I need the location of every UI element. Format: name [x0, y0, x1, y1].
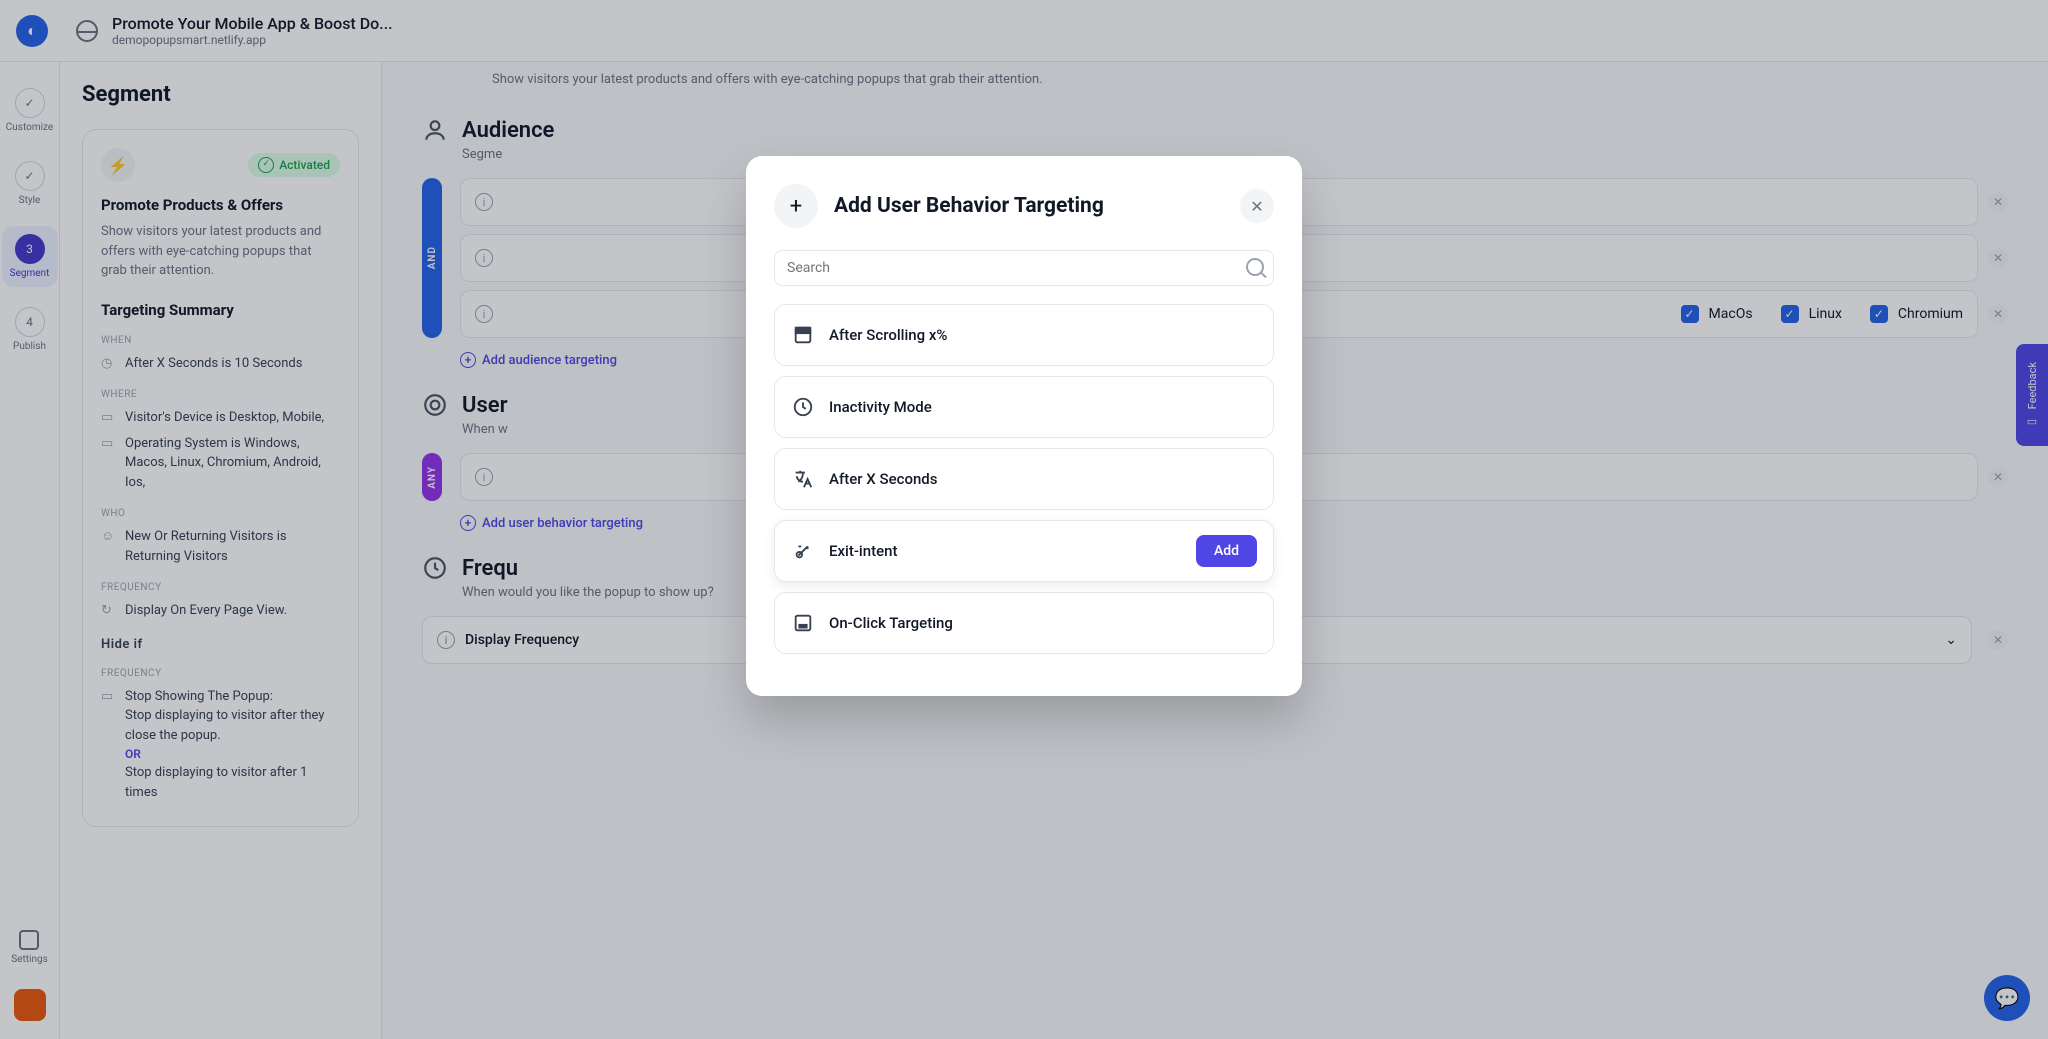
option-after-scrolling[interactable]: After Scrolling x%	[774, 304, 1274, 366]
option-label: Exit-intent	[829, 542, 1182, 560]
plus-circle-icon: +	[774, 184, 818, 228]
modal-title: Add User Behavior Targeting	[834, 194, 1224, 218]
search-field	[774, 250, 1274, 286]
clock-icon	[791, 395, 815, 419]
exit-icon	[791, 539, 815, 563]
option-inactivity[interactable]: Inactivity Mode	[774, 376, 1274, 438]
option-exit-intent[interactable]: Exit-intent Add	[774, 520, 1274, 582]
language-icon	[791, 467, 815, 491]
search-icon	[1246, 258, 1264, 276]
search-input[interactable]	[774, 250, 1274, 286]
modal-close-button[interactable]: ✕	[1240, 189, 1274, 223]
option-after-seconds[interactable]: After X Seconds	[774, 448, 1274, 510]
modal-overlay[interactable]: + Add User Behavior Targeting ✕ After Sc…	[0, 0, 2048, 1039]
option-label: After X Seconds	[829, 470, 1257, 488]
click-icon	[791, 611, 815, 635]
add-exit-intent-button[interactable]: Add	[1196, 535, 1257, 567]
scroll-icon	[791, 323, 815, 347]
option-label: After Scrolling x%	[829, 326, 1257, 344]
option-label: On-Click Targeting	[829, 614, 1257, 632]
option-on-click[interactable]: On-Click Targeting	[774, 592, 1274, 654]
add-user-behavior-modal: + Add User Behavior Targeting ✕ After Sc…	[746, 156, 1302, 696]
option-label: Inactivity Mode	[829, 398, 1257, 416]
